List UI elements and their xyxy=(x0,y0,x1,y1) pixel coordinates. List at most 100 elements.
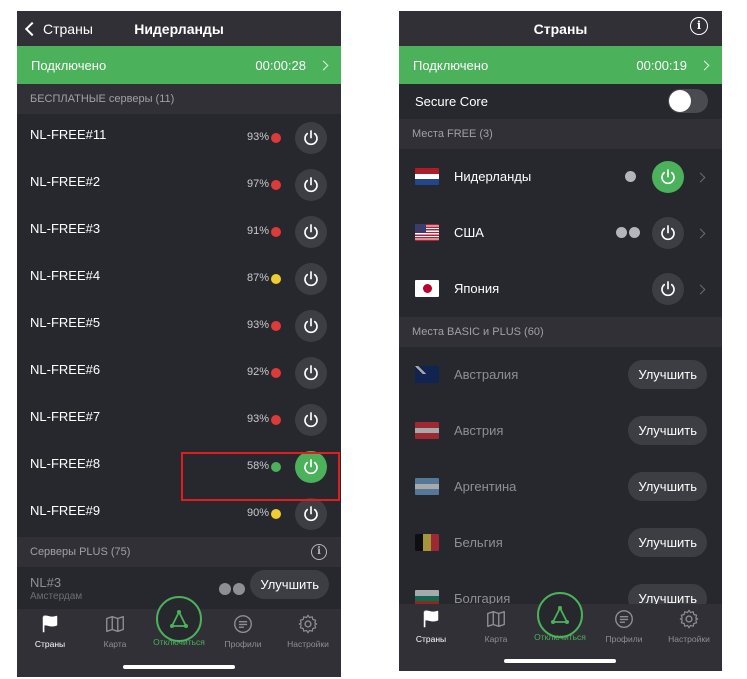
country-row-austria[interactable]: Австрия Улучшить xyxy=(399,403,722,459)
tab-countries[interactable]: Страны xyxy=(401,608,461,644)
gear-icon xyxy=(297,613,319,635)
server-load: 93% xyxy=(246,131,269,143)
server-city: Амстердам xyxy=(30,591,83,602)
free-servers-header: БЕСПЛАТНЫЕ серверы (11) xyxy=(17,84,341,114)
profiles-icon xyxy=(613,608,635,630)
map-icon xyxy=(485,608,507,630)
upgrade-button[interactable]: Улучшить xyxy=(628,360,707,389)
server-row[interactable]: NL-FREE#4 87% xyxy=(17,255,341,302)
country-row-australia[interactable]: Австралия Улучшить xyxy=(399,347,722,403)
connect-icon xyxy=(167,607,191,631)
tab-disconnect[interactable]: Отключиться xyxy=(530,632,590,642)
chevron-right-icon xyxy=(699,60,710,70)
country-name: Бельгия xyxy=(454,535,503,550)
tab-label: Настройки xyxy=(668,634,710,644)
connect-button[interactable] xyxy=(295,357,327,389)
country-row-usa[interactable]: США xyxy=(399,205,722,261)
server-load: 91% xyxy=(246,225,269,237)
tab-label: Страны xyxy=(415,634,447,644)
basic-plus-locations-header: Места BASIC и PLUS (60) xyxy=(399,317,722,347)
power-icon xyxy=(658,279,678,299)
upgrade-button[interactable]: Улучшить xyxy=(628,472,707,501)
tab-map[interactable]: Карта xyxy=(85,613,145,649)
connection-status-bar[interactable]: Подключено 00:00:28 xyxy=(17,46,341,84)
flag-icon xyxy=(420,608,442,630)
power-icon xyxy=(301,128,321,148)
power-icon xyxy=(658,223,678,243)
server-name: NL-FREE#6 xyxy=(30,362,101,377)
load-indicator xyxy=(271,368,281,378)
country-row-belgium[interactable]: Бельгия Улучшить xyxy=(399,515,722,571)
connect-button[interactable] xyxy=(295,263,327,295)
secure-core-toggle[interactable] xyxy=(668,89,708,113)
connect-button[interactable] xyxy=(652,273,684,305)
info-icon[interactable]: i xyxy=(690,17,708,35)
nav-bar: Страны Нидерланды xyxy=(17,11,341,46)
server-load: 90% xyxy=(246,507,269,519)
server-name: NL-FREE#5 xyxy=(30,315,101,330)
argentina-flag-icon xyxy=(415,478,439,495)
left-phone-screen: Страны Нидерланды Подключено 00:00:28 БЕ… xyxy=(17,11,341,677)
austria-flag-icon xyxy=(415,422,439,439)
tab-label: Карта xyxy=(484,634,508,644)
tab-profiles[interactable]: Профили xyxy=(594,608,654,644)
connection-status: Подключено xyxy=(413,57,489,73)
country-row-japan[interactable]: Япония xyxy=(399,261,722,317)
tab-countries[interactable]: Страны xyxy=(20,613,80,649)
country-row-argentina[interactable]: Аргентина Улучшить xyxy=(399,459,722,515)
tab-profiles[interactable]: Профили xyxy=(213,613,273,649)
connection-status-bar[interactable]: Подключено 00:00:19 xyxy=(399,46,722,84)
country-name: Нидерланды xyxy=(454,169,532,184)
tab-map[interactable]: Карта xyxy=(466,608,526,644)
server-name: NL-FREE#2 xyxy=(30,174,101,189)
upgrade-button[interactable]: Улучшить xyxy=(250,570,329,599)
connect-button[interactable] xyxy=(652,161,684,193)
server-load: 92% xyxy=(246,366,269,378)
tab-label: Отключиться xyxy=(153,637,205,647)
server-name: NL-FREE#4 xyxy=(30,268,101,283)
chevron-right-icon[interactable] xyxy=(695,284,706,295)
country-row-netherlands[interactable]: Нидерланды xyxy=(399,149,722,205)
server-name: NL-FREE#11 xyxy=(30,127,107,142)
disconnect-button[interactable] xyxy=(156,596,202,642)
connect-button[interactable] xyxy=(295,216,327,248)
tor-icon xyxy=(625,171,636,182)
page-title: Нидерланды xyxy=(134,21,224,37)
plus-servers-header: Серверы PLUS (75) i xyxy=(17,537,341,567)
tab-settings[interactable]: Настройки xyxy=(278,613,338,649)
server-row[interactable]: NL-FREE#2 97% xyxy=(17,161,341,208)
load-indicator xyxy=(271,133,281,143)
connect-button[interactable] xyxy=(652,217,684,249)
server-name: NL-FREE#9 xyxy=(30,503,101,518)
server-row[interactable]: NL-FREE#6 92% xyxy=(17,349,341,396)
chevron-right-icon xyxy=(318,60,329,70)
chevron-right-icon[interactable] xyxy=(695,228,706,239)
japan-flag-icon xyxy=(415,280,439,297)
connect-button[interactable] xyxy=(295,169,327,201)
load-indicator xyxy=(271,509,281,519)
upgrade-button[interactable]: Улучшить xyxy=(628,528,707,557)
chevron-right-icon[interactable] xyxy=(695,172,706,183)
connect-button[interactable] xyxy=(295,310,327,342)
tab-disconnect[interactable]: Отключиться xyxy=(149,637,209,647)
tab-settings[interactable]: Настройки xyxy=(659,608,719,644)
country-name: Австралия xyxy=(454,367,519,382)
info-icon[interactable]: i xyxy=(311,544,327,560)
server-row[interactable]: NL-FREE#3 91% xyxy=(17,208,341,255)
country-name: США xyxy=(454,225,484,240)
power-icon xyxy=(301,175,321,195)
upgrade-button[interactable]: Улучшить xyxy=(628,416,707,445)
connect-button[interactable] xyxy=(295,404,327,436)
power-icon xyxy=(301,410,321,430)
tab-label: Отключиться xyxy=(534,632,586,642)
connect-button[interactable] xyxy=(295,122,327,154)
home-indicator[interactable] xyxy=(123,665,235,669)
server-row[interactable]: NL-FREE#5 93% xyxy=(17,302,341,349)
server-row[interactable]: NL-FREE#7 93% xyxy=(17,396,341,443)
home-indicator[interactable] xyxy=(504,659,616,663)
section-title: Места BASIC и PLUS (60) xyxy=(412,326,544,338)
tab-label: Профили xyxy=(605,634,643,644)
server-row[interactable]: NL-FREE#11 93% xyxy=(17,114,341,161)
connect-button[interactable] xyxy=(295,498,327,530)
power-icon xyxy=(658,167,678,187)
